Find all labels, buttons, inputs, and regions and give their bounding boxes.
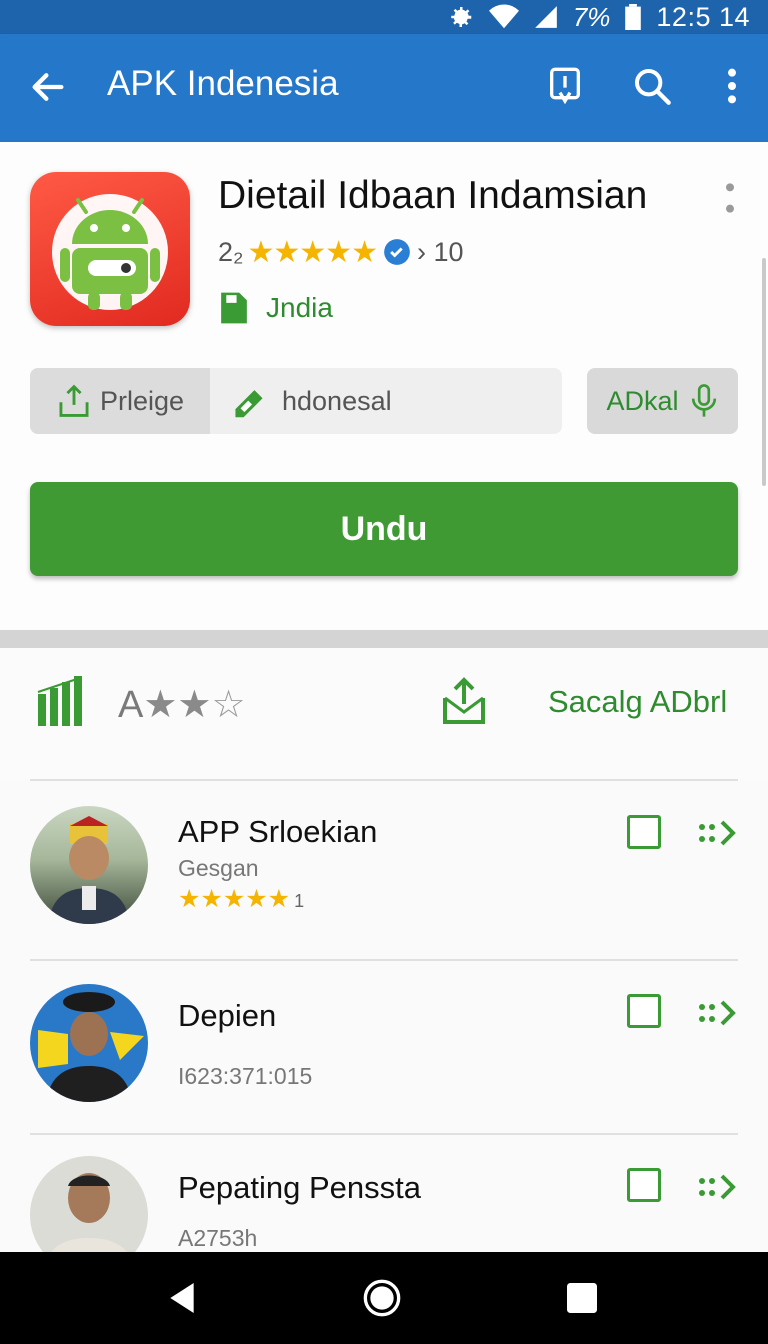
adkal-label: ADkal — [606, 385, 679, 416]
region-label: hdonesal — [282, 385, 392, 416]
rating-filter[interactable]: A★★☆ — [118, 682, 246, 727]
battery-percent: 7% — [572, 1, 611, 32]
status-bar: 7% 12:5 14 — [0, 0, 768, 34]
list-item-title: APP Srloekian — [178, 814, 378, 849]
page-title: APK Indenesia — [107, 64, 339, 103]
bar-chart-icon[interactable] — [36, 674, 84, 728]
wifi-icon — [488, 4, 519, 29]
list-item[interactable]: APP Srloekian Gesgan ★★★★★ 1 — [0, 782, 768, 958]
forward-arrow-icon[interactable] — [698, 1172, 738, 1202]
list-divider — [30, 779, 738, 781]
app-rating-row: 2₂ ★★★★★ › 10 — [218, 234, 464, 270]
list-item[interactable]: Pepating Penssta A2753h — [0, 1136, 768, 1252]
list-item-title: Depien — [178, 998, 277, 1033]
list-item-subtitle: Gesgan — [178, 855, 259, 881]
download-button[interactable]: Undu — [30, 482, 738, 576]
list-divider — [30, 959, 738, 961]
rating-filter-stars: ★★ — [143, 684, 212, 726]
select-checkbox[interactable] — [627, 1168, 661, 1202]
download-count: › 10 — [416, 236, 464, 267]
app-title: Dietail Idbaan Indamsian — [218, 174, 648, 217]
verified-badge-icon — [384, 239, 410, 265]
file-icon — [221, 292, 247, 324]
developer-name: Jndia — [266, 292, 333, 323]
system-nav-bar — [0, 1252, 768, 1344]
list-item-star-glyphs: ★★★★★ — [178, 885, 291, 913]
battery-icon — [625, 4, 642, 30]
clock: 12:5 14 — [656, 1, 750, 32]
app-icon — [30, 172, 190, 326]
list-item-stars: ★★★★★ 1 — [178, 884, 304, 914]
section-divider — [0, 630, 768, 648]
forward-arrow-icon[interactable] — [698, 818, 738, 848]
nav-back-icon[interactable] — [162, 1278, 202, 1318]
share-button[interactable]: Prleige — [30, 368, 210, 434]
search-icon[interactable] — [632, 66, 672, 106]
list-divider — [30, 1133, 738, 1135]
rating-stars: ★★★★★ — [247, 235, 378, 269]
nav-home-icon[interactable] — [362, 1278, 402, 1318]
signal-icon — [534, 6, 557, 28]
nav-recents-icon[interactable] — [562, 1278, 602, 1318]
region-button[interactable]: hdonesal — [210, 368, 562, 434]
more-vert-icon[interactable] — [712, 66, 752, 106]
avatar — [30, 806, 148, 924]
list-item[interactable]: Depien I623:371:015 — [0, 962, 768, 1138]
list-item-subtitle: I623:371:015 — [178, 1063, 313, 1089]
android-robot-icon — [52, 194, 168, 310]
rating-filter-empty-star: ☆ — [211, 684, 246, 726]
rating-filter-letter: A — [118, 684, 144, 726]
avatar — [30, 984, 148, 1102]
avatar — [30, 1156, 148, 1252]
rating-value: 2₂ — [218, 236, 244, 267]
scrollbar[interactable] — [762, 258, 766, 486]
share-label: Prleige — [100, 385, 185, 416]
tag-icon — [235, 390, 263, 418]
list-item-title: Pepating Penssta — [178, 1170, 422, 1205]
back-arrow-icon[interactable] — [28, 67, 68, 107]
list-item-count: 1 — [294, 891, 305, 911]
inbox-share-icon[interactable] — [441, 676, 487, 726]
developer-row[interactable]: Jndia — [218, 290, 333, 326]
more-options-icon[interactable] — [722, 182, 738, 214]
share-icon — [59, 384, 89, 417]
select-checkbox[interactable] — [627, 815, 661, 849]
sort-label[interactable]: Sacalg ADbrl — [548, 684, 727, 720]
select-checkbox[interactable] — [627, 994, 661, 1028]
list-item-subtitle: A2753h — [178, 1225, 258, 1251]
download-info-icon[interactable] — [545, 66, 585, 106]
forward-arrow-icon[interactable] — [698, 998, 738, 1028]
adkal-button[interactable]: ADkal — [587, 368, 738, 434]
mic-icon — [691, 384, 716, 417]
settings-icon — [451, 7, 472, 27]
app-bar: APK Indenesia — [0, 34, 768, 142]
action-segment: Prleige hdonesal — [30, 368, 562, 434]
